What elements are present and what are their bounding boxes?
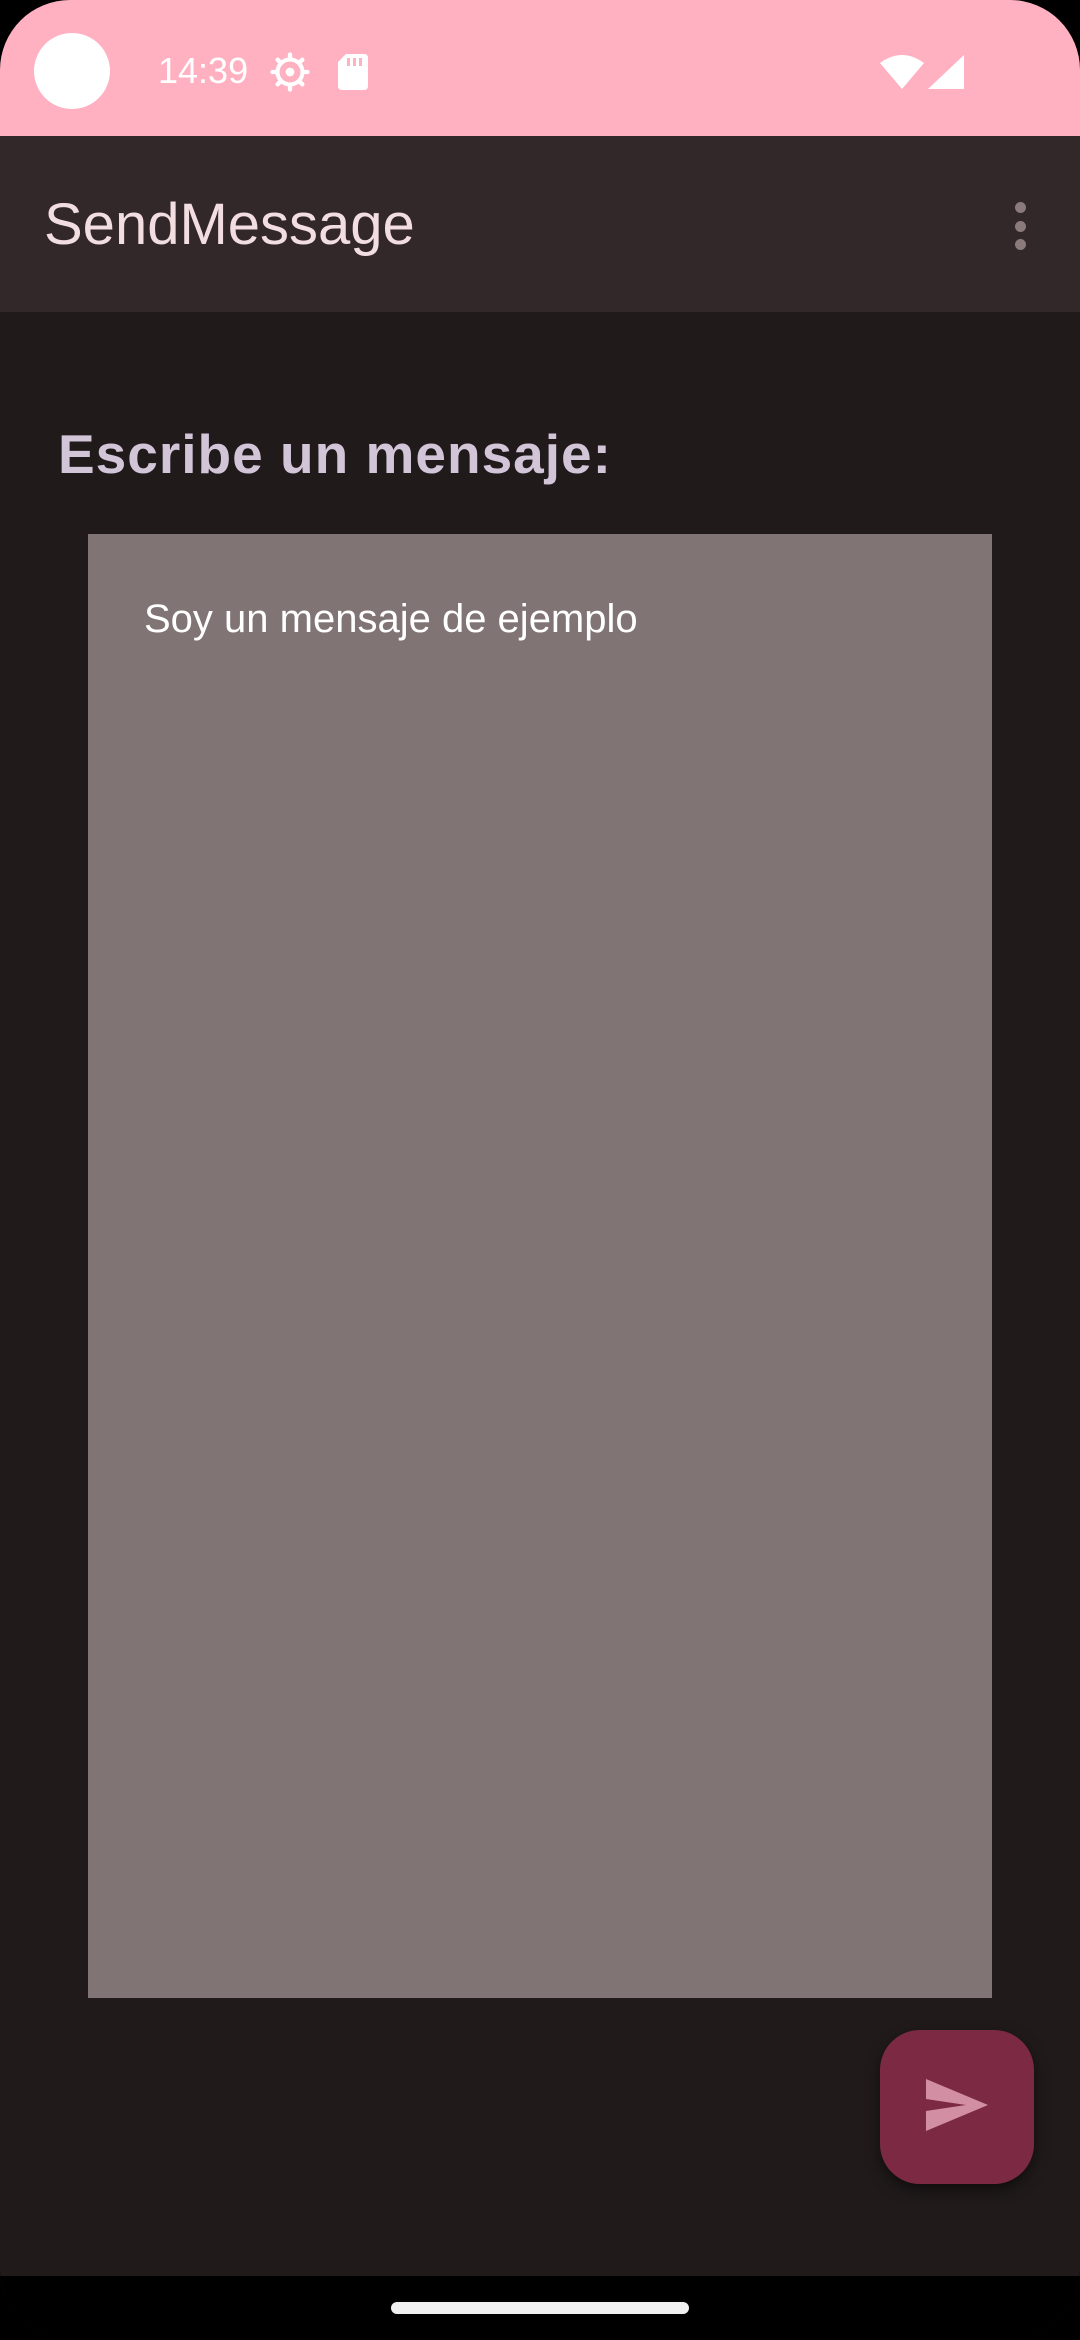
settings-icon [270,52,310,97]
prompt-label: Escribe un mensaje: [58,423,612,485]
send-icon [924,2077,990,2138]
status-bar: 14:39 [0,0,1080,136]
camera-cutout [34,33,110,109]
app-bar: SendMessage [0,136,1080,312]
message-input[interactable]: Soy un mensaje de ejemplo [88,534,992,1998]
more-vert-icon[interactable] [996,196,1044,256]
app-title: SendMessage [44,191,415,257]
home-indicator[interactable] [391,2302,689,2314]
status-time: 14:39 [158,50,249,91]
send-button[interactable] [880,2030,1034,2184]
wifi-icon [880,55,924,94]
phone-screen: 14:39 SendMessage Escribe un mensaje: So… [0,0,1080,2340]
signal-icon [928,55,964,94]
sd-card-icon [338,54,368,95]
